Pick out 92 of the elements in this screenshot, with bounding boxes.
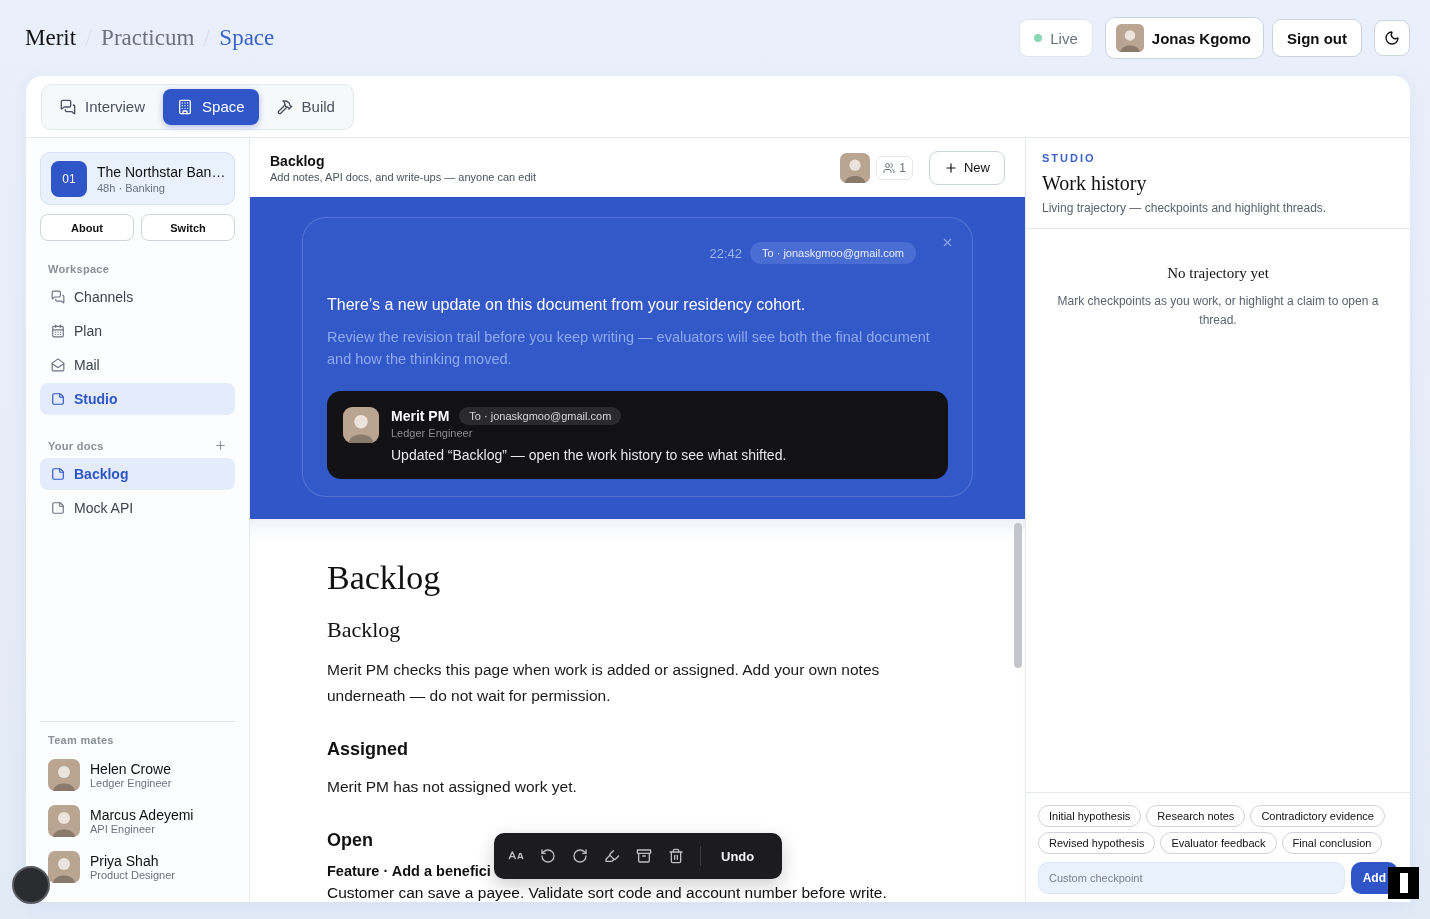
chat-bubbles-icon <box>60 98 76 115</box>
checkpoint-chip[interactable]: Final conclusion <box>1281 832 1383 854</box>
paragraph: Merit PM has not assigned work yet. <box>327 777 578 797</box>
member-role: Product Designer <box>90 869 175 881</box>
page-title: Backlog <box>327 558 442 598</box>
panel-subtitle: Living trajectory — checkpoints and highlight threads. <box>1042 201 1328 215</box>
empty-text: Mark checkpoints as you work, or highlight a claim to open a thread. <box>1056 293 1380 329</box>
note-icon <box>51 392 65 406</box>
sidebar-item[interactable]: Studio <box>40 383 235 415</box>
subheading: Assigned <box>327 739 410 760</box>
tab[interactable]: Interview <box>46 88 160 125</box>
undo-icon[interactable] <box>540 848 556 864</box>
project-button[interactable]: About <box>40 214 134 241</box>
checkpoint-input[interactable]: Custom checkpoint <box>1038 862 1345 894</box>
project-button[interactable]: Switch <box>141 214 235 241</box>
document-subtitle: Add notes, API docs, and write-ups — anyone can edit <box>270 170 537 183</box>
empty-title: No trajectory yet <box>1166 265 1270 282</box>
item-title: Feature · Add a benefici <box>327 863 491 879</box>
member-role: Ledger Engineer <box>90 777 172 789</box>
section-label: Workspace <box>48 263 110 275</box>
floating-button[interactable] <box>12 866 50 904</box>
breadcrumb-link[interactable]: Space <box>219 25 275 51</box>
plus-icon <box>944 160 958 175</box>
sender-name: Merit PM <box>391 408 450 424</box>
notice-body: Review the revision trail before you keep writing — evaluators will see both the final document and how the thinking moved. <box>327 328 931 369</box>
people-icon <box>883 161 896 174</box>
moon-icon <box>1384 30 1400 46</box>
project-title: The Northstar Ban… <box>97 163 226 180</box>
tab[interactable]: Build <box>262 88 349 125</box>
section-label: Your docs <box>48 439 104 452</box>
project-number: 01 <box>51 160 87 197</box>
member-name: Marcus Adeyemi <box>90 807 194 823</box>
note-icon <box>51 501 65 515</box>
theme-toggle-button[interactable] <box>1374 20 1410 56</box>
checkpoint-chip[interactable]: Contradictory evidence <box>1250 805 1385 827</box>
sidebar-item[interactable]: Channels <box>40 281 235 313</box>
avatar <box>48 851 80 883</box>
member-name: Helen Crowe <box>90 761 172 777</box>
tab[interactable]: Space <box>163 88 259 125</box>
chat-bubbles-icon <box>51 290 65 304</box>
mail-icon <box>51 358 65 372</box>
breadcrumb-link[interactable]: Practicum <box>101 25 195 51</box>
notice-time: 22:42 <box>709 245 742 261</box>
sender-role: Ledger Engineer <box>391 427 474 439</box>
member-role: API Engineer <box>90 823 156 835</box>
trash-icon[interactable] <box>668 848 684 864</box>
close-button[interactable] <box>941 236 954 249</box>
brand-name: Merit <box>25 25 77 51</box>
avatar <box>343 407 379 443</box>
panel-eyebrow: STUDIO <box>1042 152 1097 164</box>
section-label: Team mates <box>48 734 114 746</box>
avatar <box>840 152 871 183</box>
hammer-icon <box>276 98 293 115</box>
item-description: Customer can save a payee. Validate sort code and account number before write. <box>327 884 888 901</box>
project-card[interactable]: 01 The Northstar Ban… 48h · Banking <box>40 152 235 205</box>
sidebar-item[interactable]: Plan <box>40 315 235 347</box>
notice-heading: There’s a new update on this document from your residency cohort. <box>327 296 807 314</box>
subheading: Open <box>327 830 374 851</box>
building-icon <box>177 98 194 115</box>
checkpoint-chip[interactable]: Revised hypothesis <box>1038 832 1156 854</box>
recipient-pill: To · jonaskgmoo@gmail.com <box>750 242 916 264</box>
archive-icon[interactable] <box>636 848 652 864</box>
avatar <box>48 759 80 791</box>
viewer-count: 1 <box>876 155 913 180</box>
redo-icon[interactable] <box>572 848 588 864</box>
doc-item[interactable]: Backlog <box>40 458 235 490</box>
scrollbar-thumb[interactable] <box>1014 523 1022 668</box>
sidebar-item[interactable]: Mail <box>40 349 235 381</box>
project-meta: 48h · Banking <box>97 181 166 194</box>
new-button[interactable]: New <box>929 150 1005 185</box>
calendar-icon <box>51 324 65 338</box>
member-name: Priya Shah <box>90 853 160 869</box>
panel-title: Work history <box>1042 172 1148 195</box>
document-title: Backlog <box>270 152 326 169</box>
undo-button[interactable]: Undo <box>717 848 759 864</box>
doc-item[interactable]: Mock API <box>40 492 235 524</box>
message-text: Updated “Backlog” — open the work history to see what shifted. <box>391 447 787 463</box>
user-button[interactable]: Jonas Kgomo <box>1104 17 1264 59</box>
avatar <box>1115 24 1144 52</box>
add-icon[interactable] <box>214 439 227 452</box>
recipient-pill: To · jonaskgmoo@gmail.com <box>459 407 622 425</box>
avatar <box>48 805 80 837</box>
sign-out-button[interactable]: Sign out <box>1272 19 1362 57</box>
checkpoint-chip[interactable]: Evaluator feedback <box>1160 832 1277 854</box>
checkpoint-chip[interactable]: Research notes <box>1146 805 1246 827</box>
note-icon <box>51 467 65 481</box>
paragraph: Merit PM checks this page when work is added or assigned. Add your own notes underneath — do not wait for permission. <box>327 660 881 706</box>
section-heading: Backlog <box>327 617 402 643</box>
message-card[interactable]: Merit PM To · jonaskgmoo@gmail.com Ledger Engineer Updated “Backlog” — open the work history to see what shifted. <box>327 391 948 479</box>
status-label: Live <box>1050 29 1078 47</box>
highlighter-icon[interactable] <box>604 848 620 864</box>
checkpoint-chip[interactable]: Initial hypothesis <box>1038 805 1142 827</box>
